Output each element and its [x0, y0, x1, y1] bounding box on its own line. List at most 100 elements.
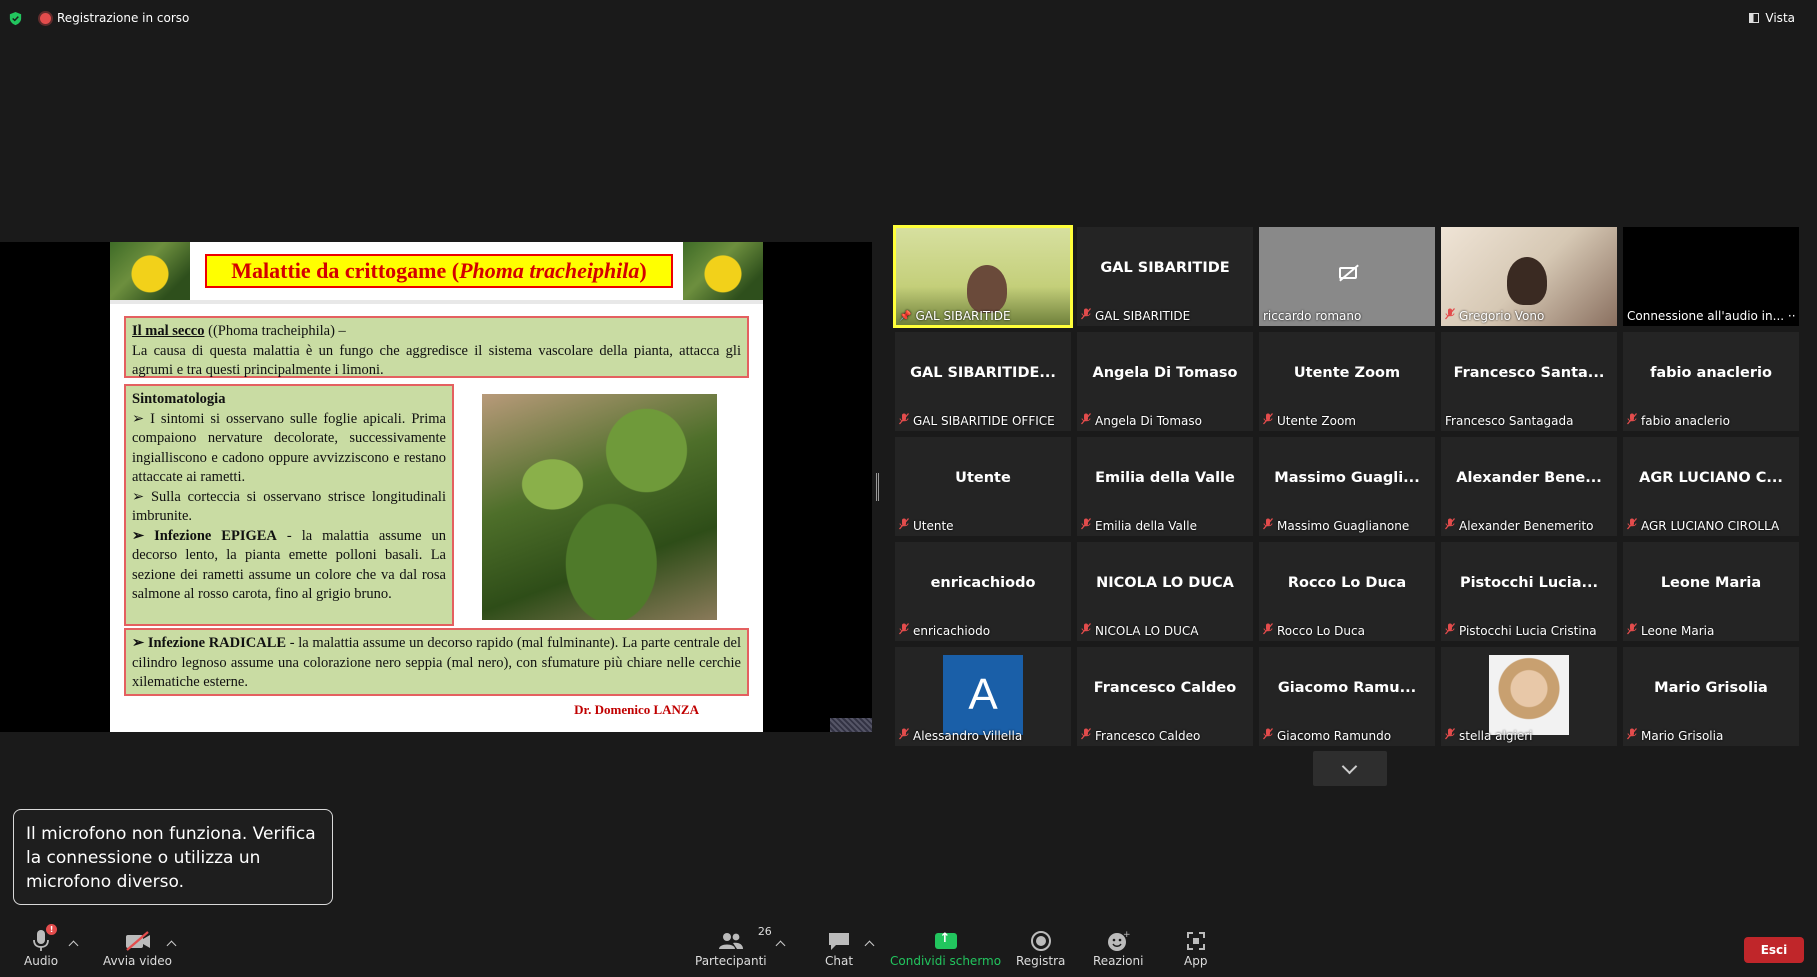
- avatar-photo: [1489, 655, 1569, 735]
- participant-label-text: GAL SIBARITIDE: [1095, 308, 1191, 323]
- reactions-label: Reazioni: [1093, 954, 1144, 968]
- participant-label-text: Giacomo Ramundo: [1277, 728, 1392, 743]
- participant-tile[interactable]: stella algieri: [1441, 647, 1617, 746]
- muted-mic-icon: [1081, 518, 1091, 533]
- svg-text:+: +: [1123, 930, 1130, 940]
- participant-name-label: Angela Di Tomaso: [1081, 413, 1202, 428]
- participant-name-label: fabio anaclerio: [1627, 413, 1730, 428]
- chat-button[interactable]: Chat: [825, 928, 853, 968]
- share-thumbnail-handle[interactable]: [830, 718, 872, 732]
- participant-label-text: Connessione all'audio in... ··: [1627, 309, 1796, 323]
- participant-tile[interactable]: enricachiodo enricachiodo: [895, 542, 1071, 641]
- participant-tile[interactable]: GAL SIBARITIDE GAL SIBARITIDE: [1077, 227, 1253, 326]
- participant-tile[interactable]: Emilia della Valle Emilia della Valle: [1077, 437, 1253, 536]
- share-screen-button[interactable]: Condividi schermo: [890, 928, 1001, 968]
- share-label: Condividi schermo: [890, 954, 1002, 968]
- participant-tile[interactable]: Giacomo Ramu... Giacomo Ramundo: [1259, 647, 1435, 746]
- apps-icon: [1185, 928, 1207, 954]
- reactions-smiley-icon: +: [1106, 928, 1130, 954]
- mic-warning-notice: Il microfono non funziona. Verifica la c…: [13, 809, 333, 905]
- pin-icon: 📌: [899, 310, 912, 322]
- participant-tile[interactable]: Francesco Santa... Francesco Santagada: [1441, 332, 1617, 431]
- participant-name-label: Alessandro Villella: [899, 728, 1022, 743]
- participant-label-text: Massimo Guaglianone: [1277, 518, 1410, 533]
- participants-button[interactable]: 26 Partecipanti: [695, 925, 772, 968]
- recording-indicator[interactable]: Registrazione in corso: [40, 11, 189, 25]
- participant-display-name: Mario Grisolia: [1654, 680, 1768, 696]
- participant-display-name: Pistocchi Lucia...: [1459, 575, 1599, 591]
- participant-tile[interactable]: Utente Zoom Utente Zoom: [1259, 332, 1435, 431]
- view-label: Vista: [1765, 11, 1795, 25]
- security-shield-icon[interactable]: [8, 11, 23, 26]
- participant-tile[interactable]: Leone Maria Leone Maria: [1623, 542, 1799, 641]
- slide-title-italic: Phoma tracheiphila: [459, 258, 640, 283]
- participant-name-label: Mario Grisolia: [1627, 728, 1723, 743]
- participant-label-text: Francesco Caldeo: [1095, 728, 1201, 743]
- apps-button[interactable]: App: [1184, 928, 1207, 968]
- participant-tile[interactable]: Connessione all'audio in... ··: [1623, 227, 1799, 326]
- muted-mic-icon: [1263, 413, 1273, 428]
- participant-tile[interactable]: Gregorio Vono: [1441, 227, 1617, 326]
- slide-box-sintomatologia: Sintomatologia ➢ I sintomi si osservano …: [124, 384, 454, 626]
- participant-label-text: Rocco Lo Duca: [1277, 623, 1365, 638]
- box1-heading: Il mal secco: [132, 323, 205, 339]
- participant-name-label: enricachiodo: [899, 623, 990, 638]
- muted-mic-icon: [1627, 623, 1637, 638]
- muted-mic-icon: [1081, 728, 1091, 743]
- participant-display-name: Giacomo Ramu...: [1277, 680, 1417, 696]
- gallery-next-page-button[interactable]: [1313, 751, 1387, 786]
- participant-tile[interactable]: NICOLA LO DUCA NICOLA LO DUCA: [1077, 542, 1253, 641]
- reactions-button[interactable]: + Reazioni: [1093, 928, 1143, 968]
- participant-tile[interactable]: GAL SIBARITIDE... GAL SIBARITIDE OFFICE: [895, 332, 1071, 431]
- box1-heading-rest: ((Phoma tracheiphila) –: [204, 323, 346, 339]
- chat-label: Chat: [825, 954, 854, 968]
- participant-tile[interactable]: 📌 GAL SIBARITIDE: [893, 225, 1073, 328]
- participant-tile[interactable]: Pistocchi Lucia... Pistocchi Lucia Cristi…: [1441, 542, 1617, 641]
- participant-tile[interactable]: Massimo Guagli... Massimo Guaglianone: [1259, 437, 1435, 536]
- shared-screen[interactable]: Malattie da crittogame (Phoma tracheiphi…: [0, 242, 872, 732]
- participants-count: 26: [757, 925, 772, 938]
- participant-tile[interactable]: riccardo romano: [1259, 227, 1435, 326]
- participant-name-label: Gregorio Vono: [1445, 308, 1544, 323]
- muted-mic-icon: [899, 518, 909, 533]
- leave-meeting-button[interactable]: Esci: [1744, 937, 1804, 963]
- participant-tile[interactable]: A Alessandro Villella: [895, 647, 1071, 746]
- lemon-image-left: [110, 242, 190, 300]
- participant-tile[interactable]: Alexander Bene... Alexander Benemerito: [1441, 437, 1617, 536]
- participant-tile[interactable]: Angela Di Tomaso Angela Di Tomaso: [1077, 332, 1253, 431]
- record-icon: [1030, 928, 1052, 954]
- participant-tile[interactable]: AGR LUCIANO C... AGR LUCIANO CIROLLA: [1623, 437, 1799, 536]
- participant-tile[interactable]: Rocco Lo Duca Rocco Lo Duca: [1259, 542, 1435, 641]
- start-video-button[interactable]: Avvia video: [103, 928, 172, 968]
- slide-box-radicale: ➢ Infezione RADICALE - la malattia assum…: [124, 628, 749, 696]
- participant-label-text: Emilia della Valle: [1095, 518, 1197, 533]
- apps-label: App: [1184, 954, 1208, 968]
- split-resize-handle[interactable]: [876, 473, 879, 501]
- participant-tile[interactable]: Utente Utente: [895, 437, 1071, 536]
- participant-label-text: Leone Maria: [1641, 623, 1715, 638]
- audio-button[interactable]: ! Audio: [24, 924, 59, 968]
- participant-label-text: Gregorio Vono: [1459, 308, 1545, 323]
- participant-tile[interactable]: fabio anaclerio fabio anaclerio: [1623, 332, 1799, 431]
- slide-author: Dr. Domenico LANZA: [574, 702, 699, 717]
- muted-mic-icon: [1627, 728, 1637, 743]
- audio-label: Audio: [24, 954, 59, 968]
- participant-tile[interactable]: Mario Grisolia Mario Grisolia: [1623, 647, 1799, 746]
- box2-heading: Sintomatologia: [132, 391, 226, 407]
- participant-name-label: Francesco Santagada: [1445, 414, 1573, 428]
- slide-band: [110, 300, 763, 304]
- participant-display-name: Angela Di Tomaso: [1092, 365, 1238, 381]
- participant-name-label: GAL SIBARITIDE: [1081, 308, 1190, 323]
- participant-name-label: Pistocchi Lucia Cristina: [1445, 623, 1597, 638]
- participant-name-label: Connessione all'audio in... ··: [1627, 309, 1796, 323]
- record-button[interactable]: Registra: [1016, 928, 1065, 968]
- participant-tile[interactable]: Francesco Caldeo Francesco Caldeo: [1077, 647, 1253, 746]
- avatar: A: [943, 655, 1023, 735]
- participant-name-label: Emilia della Valle: [1081, 518, 1197, 533]
- muted-mic-icon: [1445, 518, 1455, 533]
- participant-label-text: Utente: [913, 518, 954, 533]
- view-button[interactable]: Vista: [1749, 11, 1795, 25]
- participant-label-text: Utente Zoom: [1277, 413, 1356, 428]
- plant-photo: [482, 394, 717, 620]
- muted-mic-icon: [1627, 518, 1637, 533]
